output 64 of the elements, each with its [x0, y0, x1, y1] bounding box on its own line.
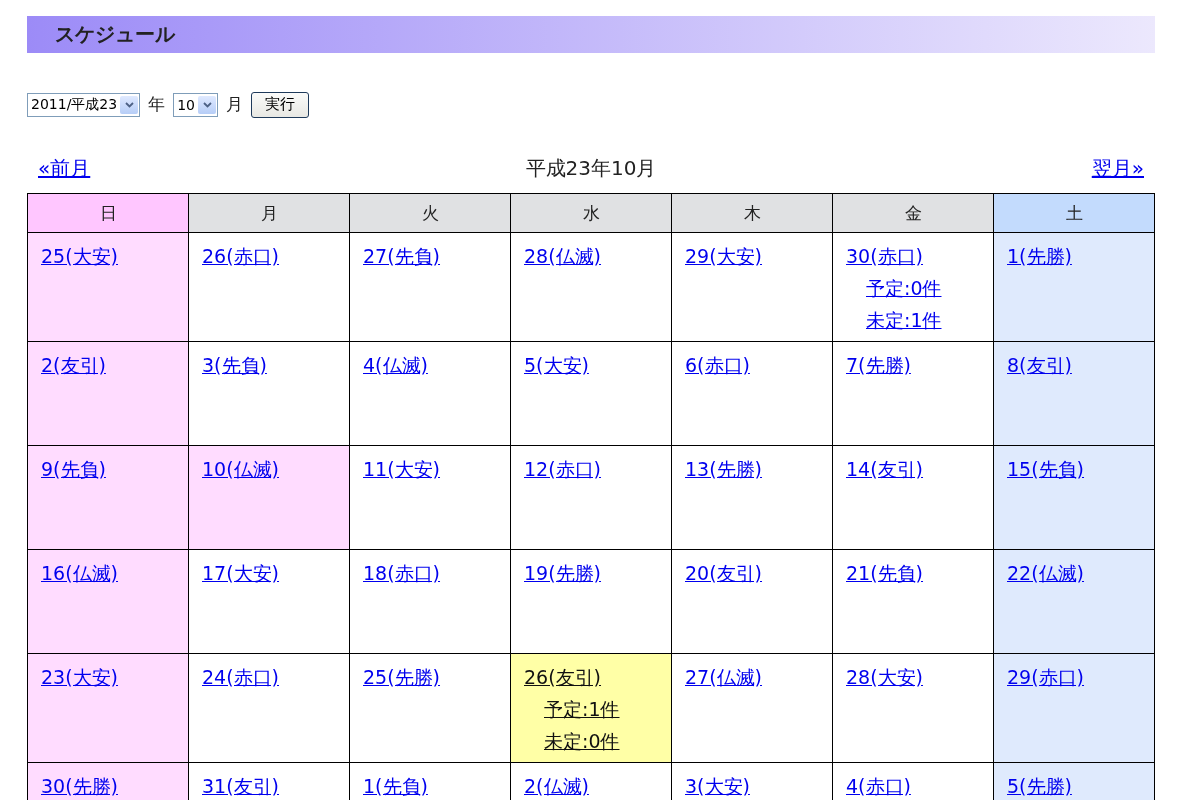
- day-link[interactable]: 2(仏滅): [524, 773, 589, 799]
- day-link[interactable]: 29(大安): [685, 243, 762, 269]
- day-link[interactable]: 10(仏滅): [202, 456, 279, 482]
- day-link[interactable]: 15(先負): [1007, 456, 1084, 482]
- day-link[interactable]: 2(友引): [41, 352, 106, 378]
- event-count-link[interactable]: 予定:1件: [544, 696, 620, 722]
- day-link[interactable]: 5(先勝): [1007, 773, 1072, 799]
- day-link[interactable]: 3(大安): [685, 773, 750, 799]
- year-select[interactable]: 2011/平成23: [27, 92, 141, 117]
- previous-month-link[interactable]: «前月: [38, 154, 91, 182]
- weekday-header: 木: [671, 193, 833, 233]
- day-link[interactable]: 25(先勝): [363, 664, 440, 690]
- day-link[interactable]: 16(仏滅): [41, 560, 118, 586]
- year-label: 年: [148, 93, 166, 116]
- event-count-link[interactable]: 未定:0件: [544, 728, 620, 754]
- submit-button[interactable]: 実行: [251, 91, 309, 118]
- day-link[interactable]: 14(友引): [846, 456, 923, 482]
- day-link[interactable]: 21(先負): [846, 560, 923, 586]
- day-link[interactable]: 28(大安): [846, 664, 923, 690]
- day-link[interactable]: 28(仏滅): [524, 243, 601, 269]
- day-link[interactable]: 30(先勝): [41, 773, 118, 799]
- weekday-header: 火: [349, 193, 511, 233]
- day-link[interactable]: 22(仏滅): [1007, 560, 1084, 586]
- month-heading: 平成23年10月: [525, 154, 657, 182]
- day-link[interactable]: 7(先勝): [846, 352, 911, 378]
- month-select[interactable]: 10: [173, 92, 218, 117]
- day-link[interactable]: 26(赤口): [202, 243, 279, 269]
- day-link[interactable]: 19(先勝): [524, 560, 601, 586]
- next-month-link[interactable]: 翌月»: [1091, 154, 1144, 182]
- day-link[interactable]: 4(赤口): [846, 773, 911, 799]
- day-link[interactable]: 11(大安): [363, 456, 440, 482]
- page-title: スケジュール: [27, 16, 1155, 53]
- day-link[interactable]: 20(友引): [685, 560, 762, 586]
- day-link[interactable]: 17(大安): [202, 560, 279, 586]
- weekday-header: 土: [993, 193, 1155, 233]
- event-count-link[interactable]: 予定:0件: [866, 275, 942, 301]
- weekday-header: 月: [188, 193, 350, 233]
- day-link[interactable]: 30(赤口): [846, 243, 923, 269]
- day-link[interactable]: 23(大安): [41, 664, 118, 690]
- month-label: 月: [226, 93, 243, 116]
- day-link[interactable]: 27(仏滅): [685, 664, 762, 690]
- weekday-header: 水: [510, 193, 672, 233]
- day-link[interactable]: 25(大安): [41, 243, 118, 269]
- day-link[interactable]: 24(赤口): [202, 664, 279, 690]
- day-link[interactable]: 1(先勝): [1007, 243, 1072, 269]
- day-link[interactable]: 1(先負): [363, 773, 428, 799]
- day-link[interactable]: 26(友引): [524, 664, 601, 690]
- day-link[interactable]: 13(先勝): [685, 456, 762, 482]
- day-link[interactable]: 5(大安): [524, 352, 589, 378]
- day-link[interactable]: 12(赤口): [524, 456, 601, 482]
- day-link[interactable]: 18(赤口): [363, 560, 440, 586]
- day-link[interactable]: 29(赤口): [1007, 664, 1084, 690]
- day-link[interactable]: 6(赤口): [685, 352, 750, 378]
- weekday-header: 金: [832, 193, 994, 233]
- day-link[interactable]: 27(先負): [363, 243, 440, 269]
- day-link[interactable]: 4(仏滅): [363, 352, 428, 378]
- weekday-header: 日: [27, 193, 189, 233]
- day-link[interactable]: 31(友引): [202, 773, 279, 799]
- day-link[interactable]: 8(友引): [1007, 352, 1072, 378]
- chevron-down-icon: [198, 95, 216, 114]
- chevron-down-icon: [120, 95, 139, 114]
- event-count-link[interactable]: 未定:1件: [866, 307, 942, 333]
- day-link[interactable]: 9(先負): [41, 456, 106, 482]
- day-link[interactable]: 3(先負): [202, 352, 267, 378]
